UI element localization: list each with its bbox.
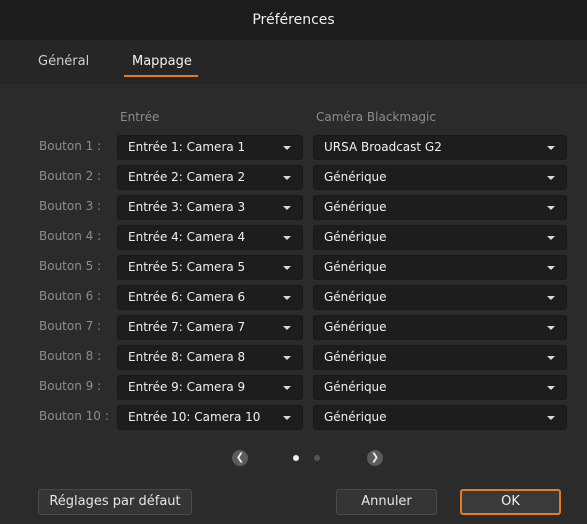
ok-button[interactable]: OK [460,489,561,515]
dropdown-caret-icon [283,206,291,210]
camera-select[interactable]: Générique [313,165,567,190]
dropdown-caret-icon [283,356,291,360]
camera-select[interactable]: Générique [313,375,567,400]
button-label: Bouton 5 : [39,259,102,273]
button-label: Bouton 9 : [39,379,102,393]
active-tab-indicator [124,75,198,77]
mapping-row: Bouton 10 : Entrée 10: Camera 10 Générique [0,402,587,432]
previous-page-button[interactable]: ❮ [232,450,248,466]
dropdown-caret-icon [547,386,555,390]
mapping-row: Bouton 8 : Entrée 8: Camera 8 Générique [0,342,587,372]
button-label: Bouton 10 : [39,409,109,423]
chevron-right-icon: ❯ [370,452,380,463]
input-select-value: Entrée 2: Camera 2 [128,170,246,184]
mapping-panel: Entrée Caméra Blackmagic Bouton 1 : Entré… [0,84,587,524]
mapping-row: Bouton 2 : Entrée 2: Camera 2 Générique [0,162,587,192]
dropdown-caret-icon [283,296,291,300]
input-select-value: Entrée 8: Camera 8 [128,350,246,364]
mapping-row: Bouton 5 : Entrée 5: Camera 5 Générique [0,252,587,282]
page-dot-1[interactable] [293,455,299,461]
dropdown-caret-icon [547,236,555,240]
input-select-value: Entrée 10: Camera 10 [128,410,261,424]
next-page-button[interactable]: ❯ [367,450,383,466]
camera-select-value: Générique [324,380,387,394]
button-label: Bouton 3 : [39,199,102,213]
dropdown-caret-icon [547,356,555,360]
camera-select-value: Générique [324,230,387,244]
input-select[interactable]: Entrée 4: Camera 4 [117,225,303,250]
input-select-value: Entrée 7: Camera 7 [128,320,246,334]
camera-select[interactable]: Générique [313,225,567,250]
dropdown-caret-icon [283,176,291,180]
dropdown-caret-icon [547,416,555,420]
input-select[interactable]: Entrée 5: Camera 5 [117,255,303,280]
camera-select-value: Générique [324,200,387,214]
input-select[interactable]: Entrée 7: Camera 7 [117,315,303,340]
tab-bar: Général Mappage [0,40,587,84]
input-select-value: Entrée 4: Camera 4 [128,230,246,244]
input-select[interactable]: Entrée 8: Camera 8 [117,345,303,370]
dropdown-caret-icon [547,296,555,300]
dropdown-caret-icon [547,206,555,210]
dropdown-caret-icon [283,266,291,270]
dropdown-caret-icon [283,236,291,240]
dropdown-caret-icon [547,266,555,270]
button-label: Bouton 1 : [39,139,102,153]
mapping-row: Bouton 6 : Entrée 6: Camera 6 Générique [0,282,587,312]
input-select[interactable]: Entrée 10: Camera 10 [117,405,303,430]
tab-mapping[interactable]: Mappage [132,54,192,69]
camera-select-value: Générique [324,320,387,334]
dropdown-caret-icon [283,146,291,150]
dropdown-caret-icon [283,416,291,420]
button-label: Bouton 7 : [39,319,102,333]
dropdown-caret-icon [283,326,291,330]
mapping-row: Bouton 9 : Entrée 9: Camera 9 Générique [0,372,587,402]
camera-select[interactable]: Générique [313,405,567,430]
input-select[interactable]: Entrée 9: Camera 9 [117,375,303,400]
dropdown-caret-icon [547,146,555,150]
input-column-header: Entrée [120,110,160,124]
input-select[interactable]: Entrée 6: Camera 6 [117,285,303,310]
camera-select[interactable]: Générique [313,285,567,310]
input-select-value: Entrée 3: Camera 3 [128,200,246,214]
input-select[interactable]: Entrée 2: Camera 2 [117,165,303,190]
mapping-row: Bouton 4 : Entrée 4: Camera 4 Générique [0,222,587,252]
button-label: Bouton 8 : [39,349,102,363]
reset-defaults-button[interactable]: Réglages par défaut [38,489,192,515]
camera-select[interactable]: Générique [313,315,567,340]
camera-select[interactable]: Générique [313,345,567,370]
camera-select-value: Générique [324,350,387,364]
dropdown-caret-icon [283,386,291,390]
camera-select-value: Générique [324,290,387,304]
camera-select[interactable]: Générique [313,195,567,220]
camera-select[interactable]: URSA Broadcast G2 [313,135,567,160]
camera-column-header: Caméra Blackmagic [316,110,436,124]
button-label: Bouton 2 : [39,169,102,183]
dropdown-caret-icon [547,176,555,180]
camera-select-value: Générique [324,260,387,274]
tab-general[interactable]: Général [38,54,89,69]
input-select[interactable]: Entrée 1: Camera 1 [117,135,303,160]
preferences-dialog: Préférences Général Mappage Entrée Camér… [0,0,587,524]
mapping-row: Bouton 3 : Entrée 3: Camera 3 Générique [0,192,587,222]
mapping-row: Bouton 1 : Entrée 1: Camera 1 URSA Broadca… [0,132,587,162]
input-select-value: Entrée 9: Camera 9 [128,380,246,394]
cancel-button[interactable]: Annuler [336,489,437,515]
button-label: Bouton 6 : [39,289,102,303]
camera-select[interactable]: Générique [313,255,567,280]
dropdown-caret-icon [547,326,555,330]
input-select-value: Entrée 5: Camera 5 [128,260,246,274]
mapping-row: Bouton 7 : Entrée 7: Camera 7 Générique [0,312,587,342]
camera-select-value: URSA Broadcast G2 [324,140,442,154]
input-select[interactable]: Entrée 3: Camera 3 [117,195,303,220]
dialog-title: Préférences [0,0,587,41]
camera-select-value: Générique [324,410,387,424]
page-dot-2[interactable] [314,455,320,461]
camera-select-value: Générique [324,170,387,184]
chevron-left-icon: ❮ [235,452,245,463]
input-select-value: Entrée 6: Camera 6 [128,290,246,304]
input-select-value: Entrée 1: Camera 1 [128,140,246,154]
button-label: Bouton 4 : [39,229,102,243]
